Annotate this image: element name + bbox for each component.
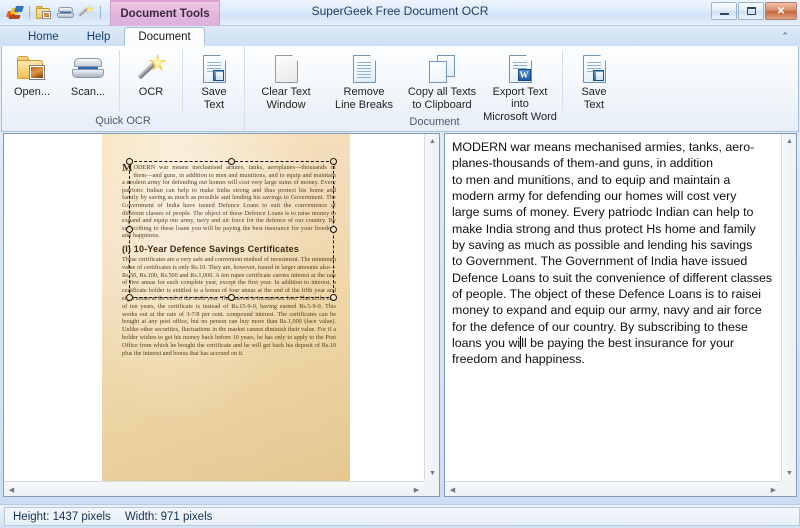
- image-scroll-up-icon[interactable]: ▲: [425, 134, 440, 149]
- save-text-button-quick[interactable]: Save Text: [186, 50, 242, 114]
- crop-selection-marquee[interactable]: [129, 161, 334, 298]
- image-panel-scroll-corner: [424, 481, 439, 496]
- open-button-label: Open...: [14, 86, 50, 98]
- magic-wand-icon: [136, 53, 166, 85]
- application-window: ▼ Document Tools SuperGeek Free Document…: [0, 0, 800, 528]
- image-scroll-right-icon[interactable]: ▶: [409, 482, 424, 497]
- scan-button[interactable]: Scan...: [60, 50, 116, 101]
- text-scroll-up-icon[interactable]: ▲: [782, 134, 797, 149]
- text-scroll-down-icon[interactable]: ▼: [782, 466, 797, 481]
- image-scroll-left-icon[interactable]: ◀: [4, 482, 19, 497]
- window-controls: ✕: [711, 2, 797, 20]
- save-text-button-label-2: Text: [204, 99, 224, 111]
- quick-access-toolbar: ▼: [0, 2, 124, 24]
- clear-text-window-button[interactable]: Clear Text Window: [247, 50, 325, 114]
- scanner-icon[interactable]: [56, 4, 74, 22]
- remove-line-breaks-icon: [353, 53, 376, 85]
- minimize-icon: [720, 13, 729, 15]
- qat-separator-2: [100, 6, 101, 19]
- open-image-icon[interactable]: [35, 4, 53, 22]
- copy-all-texts-label-1: Copy all Texts: [408, 86, 476, 98]
- ribbon-divider-3: [562, 50, 563, 112]
- save-text-icon: [203, 53, 226, 85]
- status-width-label: Width: 971 pixels: [125, 511, 213, 523]
- resize-handle-w[interactable]: [126, 226, 133, 233]
- work-area: MODERN war means mechanised armies, tank…: [0, 131, 800, 500]
- resize-handle-ne[interactable]: [330, 158, 337, 165]
- ribbon-panel: Open... Scan... OCR: [1, 46, 799, 132]
- copy-all-texts-label-2: to Clipboard: [412, 99, 471, 111]
- ribbon-tab-strip: Home Help Document ⌃: [0, 26, 800, 46]
- scan-button-label: Scan...: [71, 86, 105, 98]
- export-to-word-label-1: Export Text into: [483, 86, 557, 110]
- ocr-button[interactable]: OCR: [123, 50, 179, 101]
- text-scroll-right-icon[interactable]: ▶: [766, 482, 781, 497]
- minimize-button[interactable]: [711, 2, 737, 20]
- ribbon-group-label-quick-ocr: Quick OCR: [4, 115, 242, 129]
- scanned-document-preview[interactable]: MODERN war means mechanised armies, tank…: [3, 133, 440, 497]
- tab-help[interactable]: Help: [73, 27, 125, 46]
- app-logo-icon[interactable]: [6, 4, 24, 22]
- resize-handle-e[interactable]: [330, 226, 337, 233]
- resize-handle-nw[interactable]: [126, 158, 133, 165]
- resize-handle-s[interactable]: [228, 294, 235, 301]
- image-scroll-down-icon[interactable]: ▼: [425, 466, 440, 481]
- status-dimensions: Height: 1437 pixels Width: 971 pixels: [4, 507, 800, 526]
- resize-handle-sw[interactable]: [126, 294, 133, 301]
- scanned-page[interactable]: MODERN war means mechanised armies, tank…: [102, 134, 350, 496]
- resize-handle-n[interactable]: [228, 158, 235, 165]
- scanner-icon: [72, 53, 104, 85]
- ocr-button-label: OCR: [139, 86, 163, 98]
- title-bar: ▼ Document Tools SuperGeek Free Document…: [0, 0, 800, 26]
- magic-wand-icon[interactable]: [77, 4, 95, 22]
- remove-line-breaks-label-2: Line Breaks: [335, 99, 393, 111]
- export-to-word-button[interactable]: W Export Text into Microsoft Word: [481, 50, 559, 126]
- tab-home[interactable]: Home: [14, 27, 73, 46]
- ocr-result-panel[interactable]: MODERN war means mechanised armies, tank…: [444, 133, 797, 497]
- remove-line-breaks-button[interactable]: Remove Line Breaks: [325, 50, 403, 114]
- ribbon-group-label-document: Document: [247, 116, 622, 130]
- image-panel-vertical-scrollbar[interactable]: ▲ ▼: [424, 134, 439, 481]
- ribbon-divider-1: [119, 50, 120, 112]
- ribbon-group-quick-ocr: Open... Scan... OCR: [2, 46, 244, 131]
- maximize-button[interactable]: [738, 2, 764, 20]
- text-panel-scroll-corner: [781, 481, 796, 496]
- ocr-result-textarea[interactable]: MODERN war means mechanised armies, tank…: [445, 134, 781, 481]
- text-scroll-left-icon[interactable]: ◀: [445, 482, 460, 497]
- copy-all-texts-button[interactable]: Copy all Texts to Clipboard: [403, 50, 481, 114]
- image-panel-horizontal-scrollbar[interactable]: ◀ ▶: [4, 481, 424, 496]
- maximize-icon: [747, 7, 756, 15]
- contextual-tab-group-header: Document Tools: [110, 0, 220, 26]
- blank-page-icon: [275, 53, 298, 85]
- qat-separator-1: [29, 6, 30, 19]
- copy-pages-icon: [429, 53, 455, 85]
- clear-text-window-label-1: Clear Text: [261, 86, 310, 98]
- save-text-button-2-label-2: Text: [584, 99, 604, 111]
- save-text-button-document[interactable]: Save Text: [566, 50, 622, 114]
- close-button[interactable]: ✕: [765, 2, 797, 20]
- ribbon-collapse-icon[interactable]: ⌃: [778, 29, 792, 43]
- ribbon-divider-2: [182, 50, 183, 112]
- save-text-icon: [583, 53, 606, 85]
- status-bar: Height: 1437 pixels Width: 971 pixels: [0, 504, 800, 528]
- remove-line-breaks-label-1: Remove: [344, 86, 385, 98]
- status-height-label: Height: 1437 pixels: [13, 511, 111, 523]
- clear-text-window-label-2: Window: [266, 99, 305, 111]
- save-text-button-label-1: Save: [201, 86, 226, 98]
- text-panel-horizontal-scrollbar[interactable]: ◀ ▶: [445, 481, 781, 496]
- ribbon-group-document: Clear Text Window Remove Line Breaks Cop…: [244, 46, 624, 131]
- ocr-text-before-caret: MODERN war means mechanised armies, tank…: [452, 140, 772, 350]
- tab-document[interactable]: Document: [124, 27, 204, 46]
- save-text-button-2-label-1: Save: [581, 86, 606, 98]
- text-panel-vertical-scrollbar[interactable]: ▲ ▼: [781, 134, 796, 481]
- word-export-icon: W: [509, 53, 532, 85]
- folder-image-icon: [17, 53, 47, 85]
- open-button[interactable]: Open...: [4, 50, 60, 101]
- resize-handle-se[interactable]: [330, 294, 337, 301]
